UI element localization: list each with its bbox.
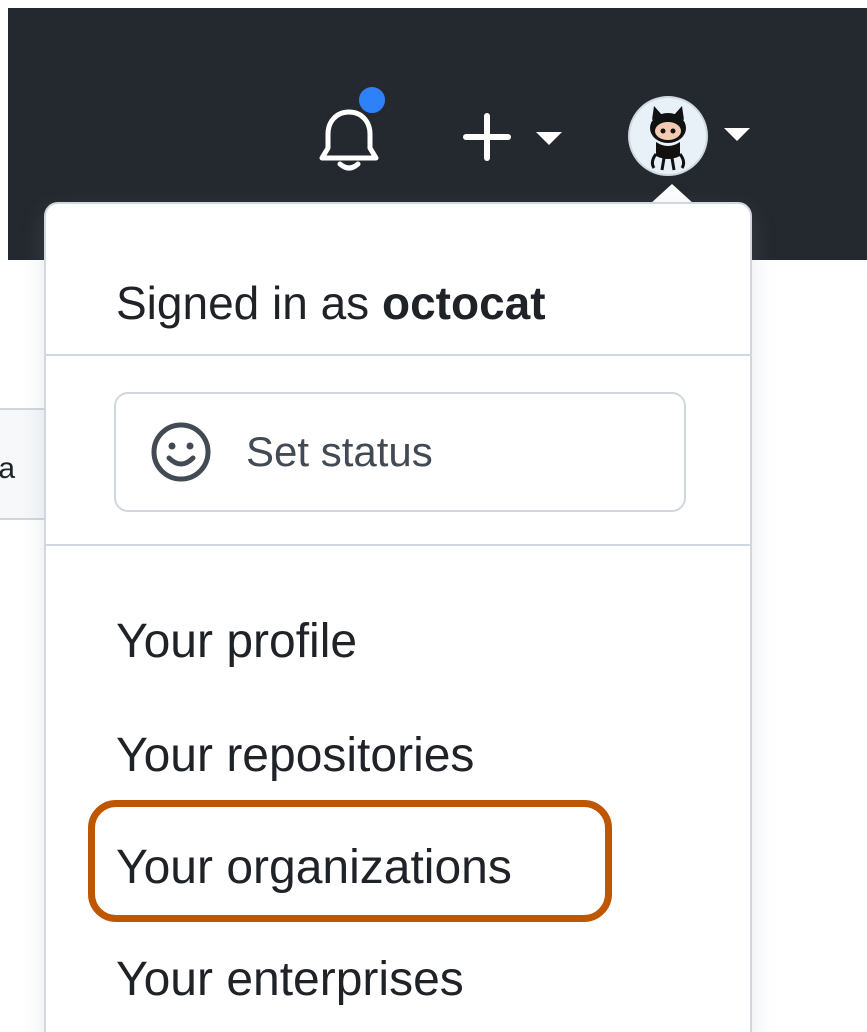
menu-item-your-profile[interactable]: Your profile bbox=[116, 618, 357, 666]
menu-item-your-repositories[interactable]: Your repositories bbox=[116, 732, 474, 780]
highlight-outline bbox=[88, 800, 612, 922]
plus-icon[interactable] bbox=[462, 112, 512, 162]
page: ıa Signed in as octocat Set status Your … bbox=[0, 0, 867, 1032]
caret-down-icon[interactable] bbox=[536, 132, 562, 145]
avatar-caret-down-icon[interactable] bbox=[724, 128, 750, 141]
avatar[interactable] bbox=[628, 96, 708, 176]
notification-dot bbox=[356, 84, 388, 116]
divider bbox=[46, 544, 750, 546]
divider bbox=[46, 354, 750, 356]
set-status-label: Set status bbox=[246, 428, 433, 475]
dropdown-pointer bbox=[650, 184, 694, 204]
signed-in-prefix: Signed in as bbox=[116, 277, 382, 329]
signed-in-username: octocat bbox=[381, 277, 546, 329]
smiley-icon bbox=[151, 422, 211, 482]
background-partial-text: ıa bbox=[0, 452, 16, 485]
signed-in-label: Signed in as octocat bbox=[116, 280, 546, 326]
menu-item-your-enterprises[interactable]: Your enterprises bbox=[116, 956, 464, 1004]
set-status-button[interactable]: Set status bbox=[114, 392, 686, 512]
octocat-icon bbox=[650, 106, 686, 171]
